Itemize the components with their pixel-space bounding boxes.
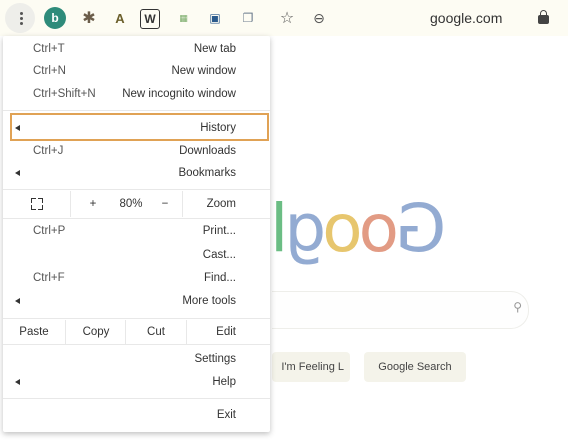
submenu-arrow-icon [15, 125, 20, 131]
menu-separator [3, 344, 270, 345]
submenu-arrow-icon [15, 298, 20, 304]
copy-button[interactable]: Copy [65, 320, 126, 344]
zoom-label: Zoom [206, 198, 236, 210]
menu-zoom-row: + 80% − Zoom [3, 191, 270, 217]
w-extension-icon[interactable]: W [140, 9, 160, 29]
menu-separator [3, 110, 270, 111]
cut-button[interactable]: Cut [125, 320, 187, 344]
menu-item-print[interactable]: Ctrl+P Print... [3, 220, 270, 242]
bookmark-star-icon[interactable]: ☆ [276, 7, 298, 29]
menu-item-new-tab[interactable]: Ctrl+T New tab [3, 38, 270, 60]
google-search-button[interactable]: Google Search [364, 352, 466, 382]
tag-extension-icon[interactable]: ❐ [237, 7, 259, 29]
menu-item-bookmarks[interactable]: Bookmarks [3, 162, 270, 184]
menu-item-help[interactable]: Help [3, 371, 270, 393]
menu-item-history[interactable]: History [3, 117, 270, 139]
search-icon: ⚲ [513, 300, 522, 314]
menu-item-downloads[interactable]: Ctrl+J Downloads [3, 140, 270, 162]
fullscreen-icon[interactable] [31, 198, 43, 210]
menu-item-more-tools[interactable]: More tools [3, 290, 270, 312]
a-extension-icon[interactable]: A [109, 7, 131, 29]
menu-separator [3, 318, 270, 319]
zoom-in-button[interactable]: + [70, 191, 115, 217]
browser-main-menu: Ctrl+T New tab Ctrl+N New window Ctrl+Sh… [3, 36, 270, 432]
puzzle-icon[interactable]: ✱ [78, 7, 100, 29]
site-lock-icon[interactable] [538, 10, 549, 24]
menu-separator [3, 398, 270, 399]
zoom-level: 80% [119, 198, 143, 210]
menu-item-exit[interactable]: Exit [3, 404, 270, 426]
menu-item-new-incognito[interactable]: Ctrl+Shift+N New incognito window [3, 83, 270, 105]
menu-item-new-window[interactable]: Ctrl+N New window [3, 60, 270, 82]
grid-extension-icon[interactable]: ▦ [172, 7, 194, 29]
submenu-arrow-icon [15, 170, 20, 176]
browser-toolbar: b ✱ A W ▦ ▣ ❐ ☆ ⊖ google.com [0, 0, 568, 36]
feeling-lucky-button[interactable]: I'm Feeling L [272, 352, 350, 382]
menu-edit-row: Paste Copy Cut Edit [3, 320, 270, 344]
menu-item-cast[interactable]: Cast... [3, 244, 270, 266]
kebab-menu-icon[interactable] [10, 7, 32, 29]
menu-separator [3, 189, 270, 190]
search-input[interactable]: ⚲ [272, 291, 529, 329]
edit-label: Edit [216, 326, 236, 338]
profile-avatar[interactable]: b [44, 7, 66, 29]
menu-item-settings[interactable]: Settings [3, 348, 270, 370]
google-logo: Googl [274, 190, 447, 267]
menu-separator [3, 218, 270, 219]
submenu-arrow-icon [15, 379, 20, 385]
paste-button[interactable]: Paste [3, 320, 65, 344]
menu-item-find[interactable]: Ctrl+F Find... [3, 267, 270, 289]
lock-extension-icon[interactable]: ▣ [204, 7, 226, 29]
zoom-magnifier-icon[interactable]: ⊖ [308, 7, 330, 29]
address-bar-url[interactable]: google.com [430, 10, 502, 26]
zoom-out-button[interactable]: − [148, 191, 183, 217]
